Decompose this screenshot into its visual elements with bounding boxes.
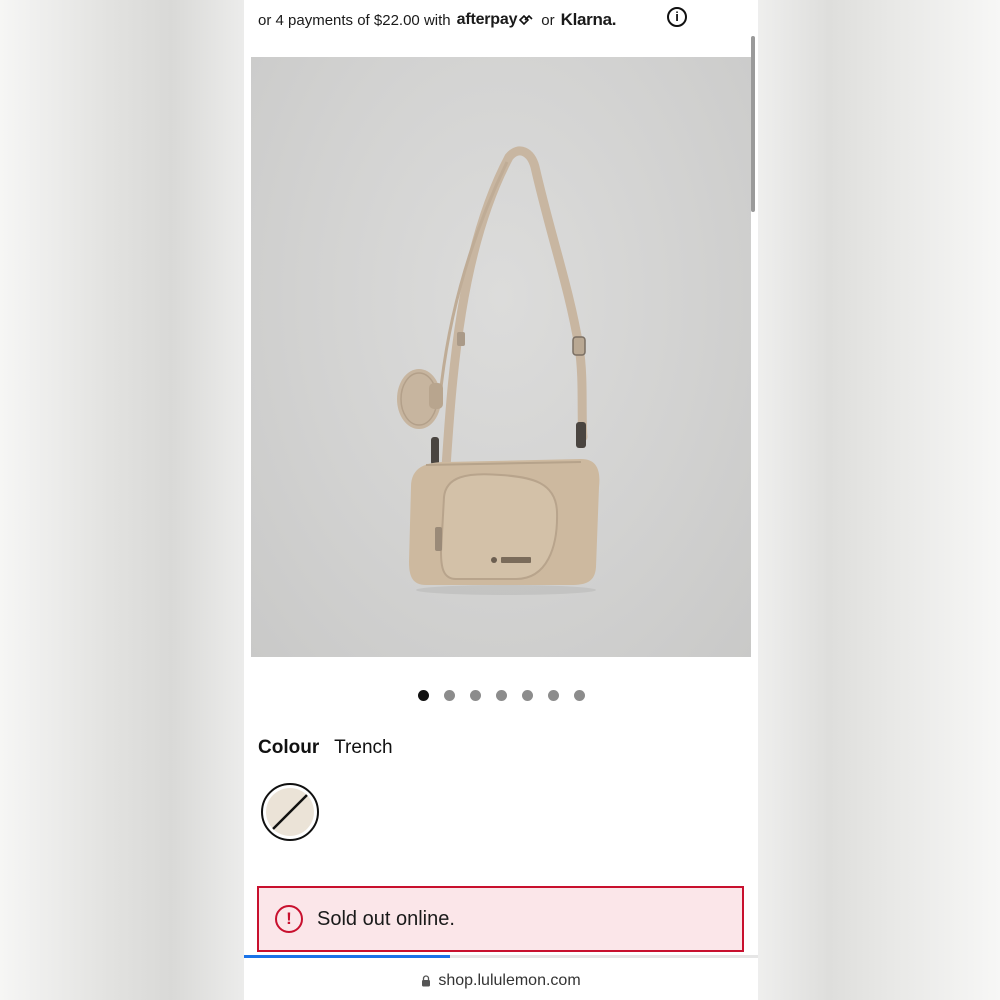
- unavailable-slash-icon: [269, 791, 311, 833]
- gallery-dot[interactable]: [547, 690, 559, 701]
- colour-value: Trench: [334, 737, 393, 758]
- swatch-fill: [266, 788, 314, 836]
- background-blur-left: [0, 0, 244, 1000]
- url-text: shop.lululemon.com: [438, 972, 581, 989]
- page-load-progress: [244, 955, 758, 958]
- gallery-dot[interactable]: [495, 690, 507, 701]
- info-icon[interactable]: i: [667, 7, 687, 27]
- afterpay-arrows-icon: [519, 15, 533, 25]
- sold-out-text: Sold out online.: [317, 907, 455, 930]
- gallery-dot[interactable]: [469, 690, 481, 701]
- page-scrollbar[interactable]: [751, 36, 755, 212]
- colour-row: Colour Trench: [258, 737, 393, 759]
- browser-url-bar[interactable]: shop.lululemon.com: [244, 962, 758, 1000]
- page-load-progress-fill: [244, 955, 450, 958]
- gallery-dot[interactable]: [573, 690, 585, 701]
- colour-swatch-trench[interactable]: [261, 783, 319, 841]
- lock-icon: [422, 975, 431, 987]
- product-image[interactable]: [251, 57, 751, 657]
- gallery-dot[interactable]: [417, 690, 429, 701]
- phone-screen: or 4 payments of $22.00 with afterpay or…: [244, 0, 758, 1000]
- gallery-dot[interactable]: [521, 690, 533, 701]
- payment-installments-text: or 4 payments of $22.00 with: [258, 11, 451, 29]
- gallery-dot[interactable]: [443, 690, 455, 701]
- gallery-pagination: [244, 690, 758, 702]
- payment-or-text: or: [541, 11, 555, 29]
- afterpay-logo[interactable]: afterpay: [457, 11, 518, 29]
- alert-icon: !: [275, 905, 303, 933]
- sold-out-notice: ! Sold out online.: [257, 886, 744, 952]
- shoulder-bag-illustration: [397, 146, 600, 595]
- klarna-logo[interactable]: Klarna.: [561, 10, 617, 30]
- background-blur-right: [756, 0, 1000, 1000]
- colour-label: Colour: [258, 737, 320, 758]
